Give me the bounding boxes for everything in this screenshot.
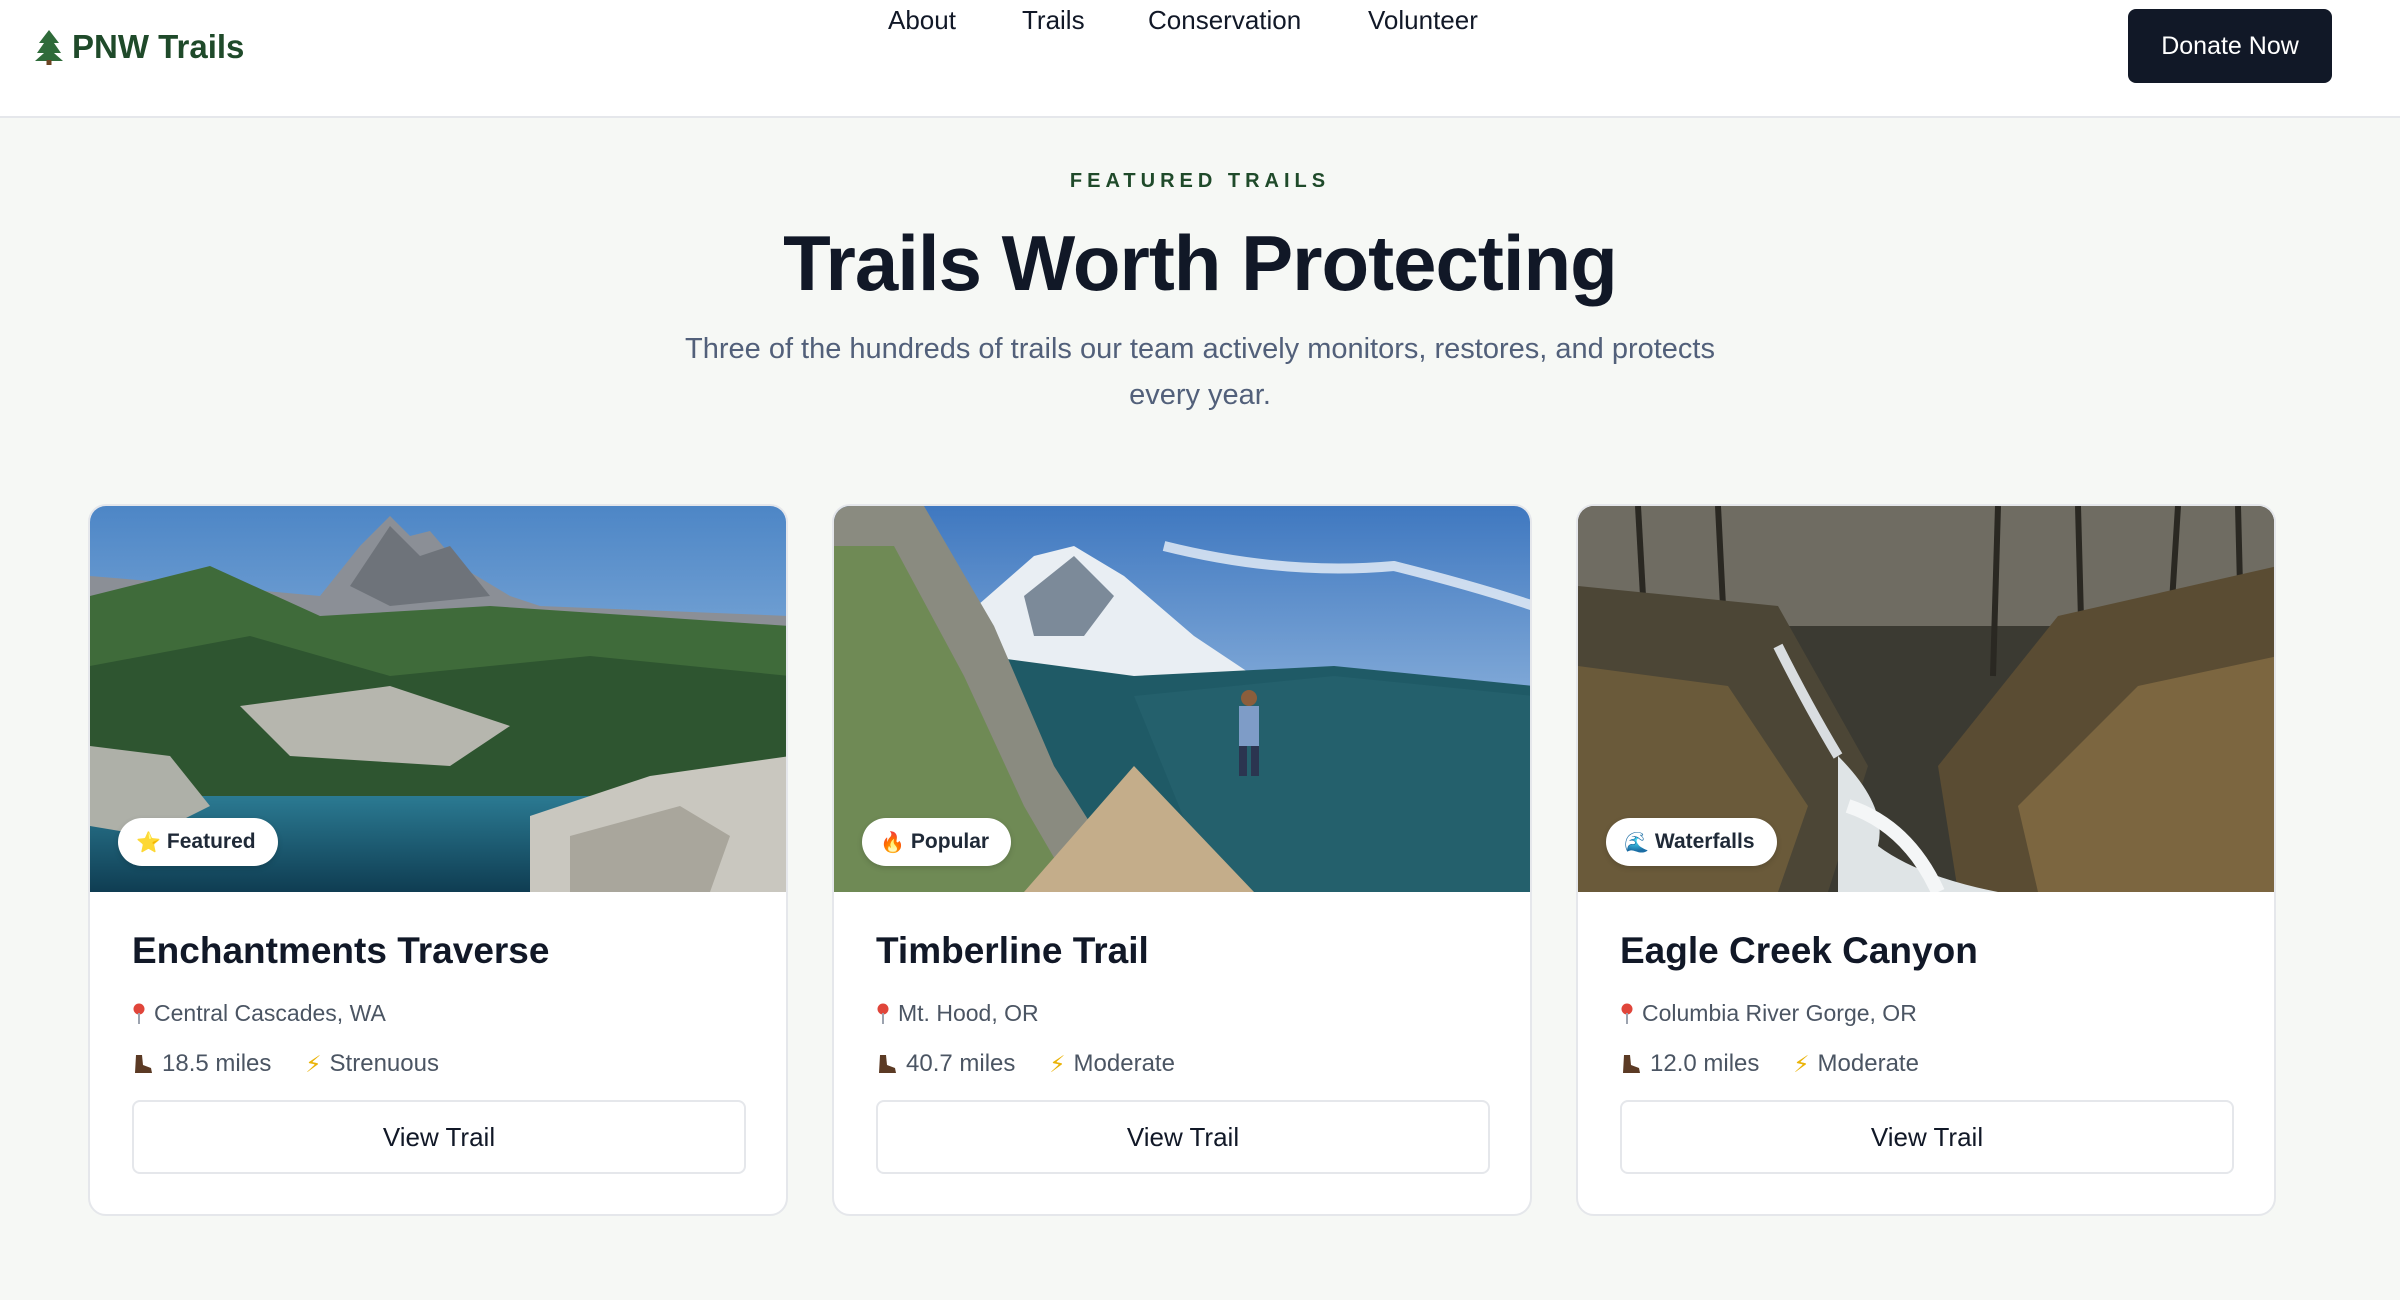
nav-link-about[interactable]: About	[888, 0, 956, 40]
hiking-boot-icon	[879, 1055, 896, 1073]
trail-card[interactable]: 🌊 Waterfalls Eagle Creek Canyon Columbia…	[1576, 504, 2276, 1216]
map-pin-icon	[877, 1003, 889, 1024]
card-distance: 18.5 miles	[162, 1050, 272, 1077]
card-title: Enchantments Traverse	[132, 930, 550, 971]
card-badge: 🔥 Popular	[862, 818, 1012, 866]
nav-link-conservation[interactable]: Conservation	[1148, 0, 1301, 40]
card-difficulty: Moderate	[1073, 1050, 1175, 1077]
card-location-text: Central Cascades, WA	[154, 1000, 386, 1026]
view-trail-button[interactable]: View Trail	[1620, 1100, 2234, 1174]
hiking-boot-icon	[135, 1055, 152, 1073]
lightning-icon: ⚡	[305, 1050, 322, 1077]
card-title: Timberline Trail	[876, 930, 1149, 971]
card-location: Mt. Hood, OR	[876, 1000, 1039, 1027]
card-location-text: Columbia River Gorge, OR	[1642, 1000, 1917, 1026]
card-badge-label: Featured	[166, 830, 256, 853]
brand-logo[interactable]: PNW Trails	[34, 26, 244, 68]
card-location: Central Cascades, WA	[132, 1000, 386, 1027]
brand-name: PNW Trails	[72, 28, 245, 65]
card-difficulty: Strenuous	[329, 1050, 439, 1077]
site-header: PNW Trails About Trails Conservation Vol…	[0, 0, 2400, 118]
card-stats: 12.0 miles ⚡ Moderate	[1620, 1050, 1919, 1078]
card-badge-label: Popular	[910, 830, 990, 853]
wave-icon: 🌊	[1624, 831, 1649, 854]
card-distance: 40.7 miles	[906, 1050, 1016, 1077]
card-badge: 🌊 Waterfalls	[1606, 818, 1777, 866]
trail-card[interactable]: 🔥 Popular Timberline Trail Mt. Hood, OR …	[832, 504, 1532, 1216]
donate-button[interactable]: Donate Now	[2128, 9, 2332, 83]
lightning-icon: ⚡	[1049, 1050, 1066, 1077]
nav-link-trails[interactable]: Trails	[1022, 0, 1085, 40]
card-location: Columbia River Gorge, OR	[1620, 1000, 1917, 1027]
card-badge-label: Waterfalls	[1654, 830, 1755, 853]
view-trail-button[interactable]: View Trail	[876, 1100, 1490, 1174]
map-pin-icon	[1621, 1003, 1633, 1024]
view-trail-button[interactable]: View Trail	[132, 1100, 746, 1174]
card-badge: ⭐ Featured	[118, 818, 278, 866]
lightning-icon: ⚡	[1793, 1050, 1810, 1077]
card-stats: 18.5 miles ⚡ Strenuous	[132, 1050, 439, 1078]
card-location-text: Mt. Hood, OR	[898, 1000, 1039, 1026]
card-title: Eagle Creek Canyon	[1620, 930, 1978, 971]
card-difficulty: Moderate	[1817, 1050, 1919, 1077]
pine-tree-icon	[35, 30, 63, 65]
nav-link-volunteer[interactable]: Volunteer	[1368, 0, 1478, 40]
trail-card[interactable]: ⭐ Featured Enchantments Traverse Central…	[88, 504, 788, 1216]
card-distance: 12.0 miles	[1650, 1050, 1760, 1077]
card-stats: 40.7 miles ⚡ Moderate	[876, 1050, 1175, 1078]
hiking-boot-icon	[1623, 1055, 1640, 1073]
star-icon: ⭐	[136, 831, 161, 854]
map-pin-icon	[133, 1003, 145, 1024]
page-subtitle: Three of the hundreds of trails our team…	[685, 333, 1715, 411]
fire-icon: 🔥	[880, 831, 905, 854]
section-eyebrow: FEATURED TRAILS	[1069, 170, 1331, 192]
page-title: Trails Worth Protecting	[783, 219, 1618, 307]
